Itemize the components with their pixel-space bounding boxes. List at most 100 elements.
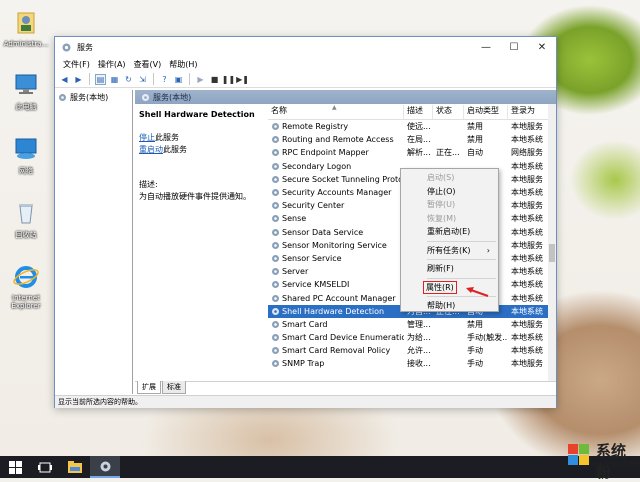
service-gear-icon xyxy=(272,254,279,262)
service-gear-icon xyxy=(272,215,279,223)
menu-view[interactable]: 查看(V) xyxy=(130,59,166,70)
context-menu-item[interactable]: 停止(O) xyxy=(401,185,498,199)
service-row[interactable]: Smart Card Removal Policy 允许... 手动 本地系统 xyxy=(268,344,556,357)
service-startup-cell: 自动 xyxy=(467,148,483,158)
context-menu-item[interactable]: 暂停(U) xyxy=(401,198,498,212)
service-logon-cell: 本地服务 xyxy=(511,319,543,329)
service-gear-icon xyxy=(272,136,279,144)
service-name-text: Smart Card xyxy=(282,319,328,329)
scrollbar-thumb[interactable] xyxy=(549,244,555,262)
service-gear-icon xyxy=(272,320,279,328)
stop-service-icon[interactable]: ■ xyxy=(209,74,220,85)
service-row[interactable]: Routing and Remote Access 在局... 禁用 本地系统 xyxy=(268,133,556,146)
service-description-panel: Shell Hardware Detection 停止此服务 重启动此服务 描述… xyxy=(135,104,267,380)
restart-service-link[interactable]: 重启动 xyxy=(139,145,163,154)
toolbar-separator xyxy=(89,73,90,85)
service-gear-icon xyxy=(272,162,279,170)
context-menu-item[interactable]: 帮助(H) xyxy=(401,299,498,313)
tree-node-label: 服务(本地) xyxy=(70,93,109,102)
column-state[interactable]: 状态 xyxy=(433,105,464,119)
restart-service-icon[interactable]: ▶❚ xyxy=(236,74,249,85)
context-menu-item[interactable]: 所有任务(K) › xyxy=(401,244,498,258)
desktop-icon-user[interactable]: Administra... xyxy=(0,10,52,48)
desktop-icon-ie[interactable]: Internet Explorer xyxy=(0,264,52,310)
service-gear-icon xyxy=(272,202,279,210)
context-menu-item[interactable]: 恢复(M) xyxy=(401,212,498,226)
forward-arrow-icon[interactable]: ▶ xyxy=(73,74,84,85)
service-row[interactable]: Remote Registry 使远... 禁用 本地服务 xyxy=(268,120,556,133)
export-icon[interactable]: ⇲ xyxy=(137,74,148,85)
service-gear-icon xyxy=(272,123,279,131)
close-button[interactable]: ✕ xyxy=(528,37,556,57)
desktop-icon-label: Administra... xyxy=(3,40,49,48)
service-row[interactable]: SNMP Trap 接收... 手动 本地服务 xyxy=(268,357,556,370)
service-logon-cell: 本地服务 xyxy=(511,359,543,369)
show-tree-icon[interactable]: ▤ xyxy=(95,73,106,85)
menu-help[interactable]: 帮助(H) xyxy=(165,59,201,70)
tab-standard[interactable]: 标准 xyxy=(162,381,186,394)
taskbar-services[interactable] xyxy=(90,456,120,478)
service-gear-icon xyxy=(272,360,279,368)
service-row[interactable]: RPC Endpoint Mapper 解析... 正在... 自动 网络服务 xyxy=(268,146,556,159)
taskbar-file-explorer[interactable] xyxy=(60,456,90,478)
service-name-cell: Remote Registry xyxy=(268,122,404,131)
toolbar-separator xyxy=(189,73,190,85)
service-logon-cell: 本地系统 xyxy=(511,227,543,237)
red-arrow-annotation-icon xyxy=(466,287,489,297)
context-menu-item-label: 帮助(H) xyxy=(427,301,456,311)
service-name-text: Security Accounts Manager xyxy=(282,188,392,198)
help-icon[interactable]: ? xyxy=(159,74,170,85)
service-name-cell: Smart Card Device Enumeratio... xyxy=(268,333,404,342)
desktop-icon-this-pc[interactable]: 此电脑 xyxy=(0,72,52,112)
context-menu-item[interactable]: 启动(S) xyxy=(401,171,498,185)
maximize-button[interactable]: ☐ xyxy=(500,37,528,57)
refresh-icon[interactable]: ↻ xyxy=(123,74,134,85)
task-view-button[interactable] xyxy=(30,456,60,478)
service-gear-icon xyxy=(272,175,279,183)
service-logon-cell: 本地服务 xyxy=(511,122,543,132)
stop-service-link[interactable]: 停止 xyxy=(139,133,155,142)
pane-header: 服务(本地) xyxy=(135,90,556,104)
menu-action[interactable]: 操作(A) xyxy=(94,59,130,70)
task-view-icon xyxy=(38,462,52,472)
properties-icon[interactable]: ▦ xyxy=(109,74,120,85)
context-menu-item-label: 停止(O) xyxy=(427,186,456,196)
tab-extended[interactable]: 扩展 xyxy=(137,381,161,394)
context-menu-item[interactable]: 刷新(F) xyxy=(401,262,498,276)
chevron-right-icon: › xyxy=(486,245,490,255)
column-desc[interactable]: 描述 xyxy=(404,105,433,119)
menu-file[interactable]: 文件(F) xyxy=(59,59,94,70)
service-row[interactable]: Smart Card 管理... 禁用 本地服务 xyxy=(268,318,556,331)
service-logon-cell: 本地系统 xyxy=(511,267,543,277)
service-logon-cell: 本地系统 xyxy=(511,346,543,356)
service-logon-cell: 本地系统 xyxy=(511,135,543,145)
watermark-url: www.win7999.com xyxy=(592,460,640,468)
start-button[interactable] xyxy=(0,456,30,478)
service-logon-cell: 本地系统 xyxy=(511,280,543,290)
context-menu-item-label: 所有任务(K) xyxy=(427,245,471,255)
desktop-icon-recycle-bin[interactable]: 回收站 xyxy=(0,200,52,240)
start-service-icon[interactable]: ▶ xyxy=(195,74,206,85)
pause-service-icon[interactable]: ❚❚ xyxy=(222,74,235,85)
internet-explorer-icon xyxy=(13,266,39,288)
menu-separator xyxy=(427,240,496,242)
service-name-text: Shell Hardware Detection xyxy=(282,306,385,316)
service-gear-icon xyxy=(272,189,279,197)
context-menu-item-label: 属性(R) xyxy=(423,280,457,294)
tree-node-services-local[interactable]: 服务(本地) xyxy=(56,90,132,105)
service-name-cell: Smart Card Removal Policy xyxy=(268,346,404,355)
menu-bar: 文件(F) 操作(A) 查看(V) 帮助(H) xyxy=(55,57,556,71)
minimize-button[interactable]: — xyxy=(472,37,500,57)
desktop-icon-network[interactable]: 网络 xyxy=(0,136,52,176)
title-bar[interactable]: 服务 — ☐ ✕ xyxy=(55,37,556,57)
service-name-cell: Sensor Monitoring Service xyxy=(268,241,404,250)
column-logon[interactable]: 登录为 xyxy=(508,105,552,119)
service-gear-icon xyxy=(272,268,279,276)
vertical-scrollbar[interactable] xyxy=(548,104,556,381)
context-menu-item[interactable]: 重新启动(E) xyxy=(401,225,498,239)
console-icon[interactable]: ▣ xyxy=(173,74,184,85)
back-arrow-icon[interactable]: ◀ xyxy=(59,74,70,85)
service-name-text: SNMP Trap xyxy=(282,359,325,369)
service-row[interactable]: Smart Card Device Enumeratio... 为给... 手动(触… xyxy=(268,331,556,344)
column-startup[interactable]: 启动类型 xyxy=(464,105,508,119)
